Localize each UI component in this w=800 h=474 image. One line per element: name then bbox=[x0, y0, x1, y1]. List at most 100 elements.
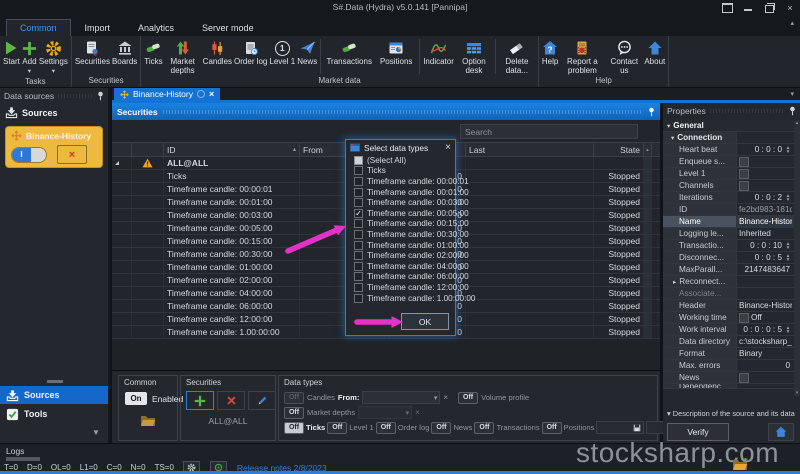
property-value[interactable]: Binance-History bbox=[737, 216, 794, 227]
description-expander[interactable]: ▾ Description of the source and its data bbox=[667, 409, 795, 418]
start-button[interactable]: Start bbox=[2, 37, 21, 67]
property-row[interactable]: Header Binance-History bbox=[663, 300, 794, 312]
data-type-option[interactable]: Timeframe candle: 00:30:00 bbox=[346, 229, 469, 240]
securities-button[interactable]: Securities bbox=[74, 37, 111, 67]
property-value[interactable]: 0 : 0 : 0 bbox=[737, 144, 794, 155]
checkbox-icon[interactable] bbox=[354, 282, 363, 292]
property-row[interactable]: Work interval 0 : 0 : 0 : 5 bbox=[663, 324, 794, 336]
ribbon-tab[interactable]: Analytics bbox=[124, 19, 188, 36]
data-type-option[interactable]: Timeframe candle: 00:05:00 bbox=[346, 208, 469, 219]
checkbox-icon[interactable] bbox=[354, 155, 363, 165]
expander-icon[interactable] bbox=[667, 122, 670, 130]
property-row[interactable]: Channels bbox=[663, 180, 794, 192]
checkbox-icon[interactable] bbox=[739, 156, 749, 167]
positions-button[interactable]: Positions bbox=[375, 37, 417, 67]
close-icon[interactable] bbox=[445, 142, 451, 153]
property-value[interactable] bbox=[737, 372, 794, 383]
property-value[interactable] bbox=[737, 288, 794, 299]
spinner-icon[interactable] bbox=[784, 326, 792, 334]
property-value[interactable] bbox=[737, 156, 794, 167]
pin-icon[interactable] bbox=[97, 91, 104, 101]
data-type-option[interactable]: Timeframe candle: 00:01:00 bbox=[346, 187, 469, 198]
news-toggle[interactable]: Off bbox=[431, 421, 452, 434]
add-security-button[interactable] bbox=[186, 391, 214, 410]
property-row[interactable]: Logging le... Inherited bbox=[663, 228, 794, 240]
property-row[interactable]: News bbox=[663, 372, 794, 384]
close-button[interactable]: × bbox=[784, 2, 796, 13]
property-value[interactable]: Binary bbox=[737, 348, 794, 359]
tab-list-chevron-icon[interactable]: ▾ bbox=[790, 90, 794, 98]
expander-icon[interactable] bbox=[115, 161, 119, 165]
ticks-button[interactable]: Ticks bbox=[143, 37, 163, 67]
property-row[interactable]: MaxParall... 2147483647 bbox=[663, 264, 794, 276]
property-value[interactable]: Off bbox=[737, 312, 794, 323]
property-row[interactable]: Associate... bbox=[663, 288, 794, 300]
dialog-title-bar[interactable]: Select data types bbox=[346, 140, 455, 155]
property-value[interactable]: 0 : 0 : 10 bbox=[737, 240, 794, 251]
checkbox-icon[interactable] bbox=[354, 198, 363, 208]
property-value[interactable] bbox=[737, 132, 794, 143]
checkbox-icon[interactable] bbox=[354, 293, 363, 303]
data-type-option[interactable]: Ticks bbox=[346, 166, 455, 177]
on-toggle-button[interactable]: On bbox=[125, 392, 147, 405]
property-value[interactable]: Binance-History bbox=[737, 300, 794, 311]
property-value[interactable]: 0 : 0 : 0 : 5 bbox=[737, 324, 794, 335]
property-value[interactable]: 0 : 0 : 5 bbox=[737, 252, 794, 263]
ribbon-collapse-icon[interactable]: ▴ bbox=[790, 19, 794, 27]
candles-from-select[interactable] bbox=[362, 391, 441, 404]
property-value[interactable]: fe2bd983-181d-... bbox=[737, 204, 794, 215]
minimize-button[interactable] bbox=[742, 2, 754, 13]
folder-icon[interactable] bbox=[140, 414, 156, 427]
checkbox-icon[interactable] bbox=[354, 187, 363, 197]
about-button[interactable]: About bbox=[643, 37, 666, 67]
property-row[interactable]: Enqueue s... bbox=[663, 156, 794, 168]
property-value[interactable] bbox=[737, 180, 794, 191]
checkbox-icon[interactable] bbox=[354, 272, 363, 282]
property-row[interactable]: Reconnect... bbox=[663, 276, 794, 288]
candles-button[interactable]: Candles bbox=[202, 37, 233, 67]
expander-icon[interactable] bbox=[673, 278, 676, 286]
checkbox-icon[interactable] bbox=[354, 251, 363, 261]
remove-security-button[interactable] bbox=[217, 391, 245, 410]
all-securities-button[interactable]: ALL@ALL bbox=[181, 416, 275, 426]
order-log-toggle[interactable]: Off bbox=[375, 421, 396, 434]
ticks-toggle[interactable]: Off bbox=[284, 421, 304, 434]
date-input[interactable] bbox=[596, 421, 645, 434]
property-row[interactable]: ID fe2bd983-181d-... bbox=[663, 204, 794, 216]
checkbox-icon[interactable] bbox=[354, 176, 363, 186]
expander-icon[interactable] bbox=[671, 134, 674, 142]
property-value[interactable]: 2147483647 bbox=[737, 264, 794, 275]
property-row[interactable]: Disconnec... 0 : 0 : 5 bbox=[663, 252, 794, 264]
remove-source-button[interactable] bbox=[57, 145, 87, 164]
property-value[interactable] bbox=[737, 384, 794, 388]
pin-icon[interactable] bbox=[789, 106, 796, 116]
property-row[interactable]: Format Binary bbox=[663, 348, 794, 360]
transactions-toggle[interactable]: Off bbox=[474, 421, 495, 434]
interface-settings-icon[interactable] bbox=[721, 2, 733, 13]
data-type-option[interactable]: Timeframe candle: 04:00:00 bbox=[346, 261, 469, 272]
property-value[interactable] bbox=[737, 276, 794, 287]
clear-icon[interactable] bbox=[415, 408, 420, 417]
delete-data-button[interactable]: Delete data... bbox=[498, 37, 536, 75]
property-row[interactable]: Connection bbox=[663, 132, 794, 144]
checkbox-icon[interactable] bbox=[739, 312, 749, 323]
candles-toggle[interactable]: Off bbox=[284, 391, 304, 404]
level1-button[interactable]: Level 1 bbox=[268, 37, 296, 67]
search-input[interactable] bbox=[460, 124, 638, 139]
checkbox-icon[interactable] bbox=[739, 372, 749, 383]
pin-icon[interactable] bbox=[197, 90, 205, 98]
property-row[interactable]: Dependenc... bbox=[663, 384, 794, 389]
ribbon-tab[interactable]: Import bbox=[71, 19, 125, 36]
checkbox-icon[interactable] bbox=[354, 219, 363, 229]
data-type-option[interactable]: Timeframe candle: 06:00:00 bbox=[346, 272, 469, 283]
tab-binance-history[interactable]: Binance-History bbox=[114, 88, 221, 100]
news-button[interactable]: News bbox=[296, 37, 318, 67]
property-value[interactable]: 0 bbox=[737, 360, 794, 371]
data-type-option[interactable]: Timeframe candle: 01:00:00 bbox=[346, 240, 469, 251]
order-log-button[interactable]: Order log bbox=[233, 37, 268, 67]
clear-icon[interactable] bbox=[443, 393, 448, 402]
spinner-icon[interactable] bbox=[784, 146, 792, 154]
transactions-button[interactable]: Transactions bbox=[323, 37, 375, 67]
data-type-option[interactable]: Timeframe candle: 00:00:01 bbox=[346, 176, 469, 187]
property-value[interactable]: Inherited bbox=[737, 228, 794, 239]
